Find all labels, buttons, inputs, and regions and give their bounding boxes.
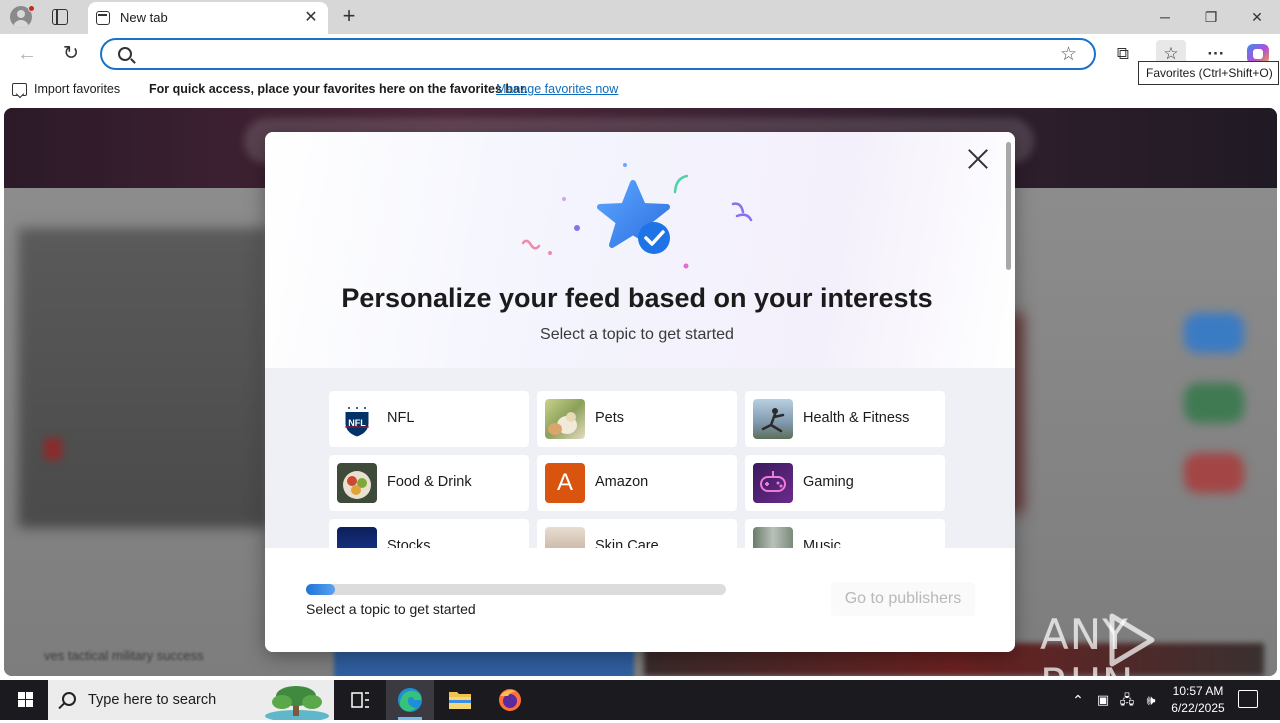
minimize-icon[interactable]: ─ (1150, 6, 1180, 28)
topic-label: Music (803, 538, 841, 548)
go-to-publishers-button[interactable]: Go to publishers (831, 582, 975, 616)
topic-label: Pets (595, 410, 625, 426)
close-tab-icon[interactable]: ✕ (302, 9, 320, 27)
tray-chevron-icon[interactable]: ⌃ (1068, 680, 1088, 720)
personalize-feed-dialog: Personalize your feed based on your inte… (265, 132, 1015, 652)
manage-favorites-link[interactable]: Manage favorites now (496, 82, 618, 96)
favorites-bar-message: For quick access, place your favorites h… (149, 82, 528, 96)
topic-label: Food & Drink (387, 474, 472, 490)
progress-caption: Select a topic to get started (306, 601, 476, 617)
favorites-bar: Import favorites For quick access, place… (0, 74, 1280, 106)
background-tile (1184, 383, 1244, 423)
watermark-play-icon (1109, 613, 1155, 667)
new-tab-page-icon (96, 11, 110, 25)
food-photo (337, 463, 377, 503)
browser-toolbar: ← ↻ ☆ ⧉ ☆ ··· (0, 34, 1280, 74)
taskbar-clock[interactable]: 10:57 AM 6/22/2025 (1160, 683, 1236, 717)
topic-card-stocks[interactable]: Stocks (329, 519, 529, 548)
music-photo (753, 527, 793, 548)
skincare-photo (545, 527, 585, 548)
topic-grid: NFL NFL Pets Health & Fitness Food & Dri… (265, 368, 1015, 548)
dialog-scrollbar[interactable] (1006, 142, 1011, 270)
extensions-puzzle-icon[interactable]: ⧉ (1108, 40, 1138, 68)
progress-bar (306, 584, 726, 595)
dialog-title: Personalize your feed based on your inte… (341, 283, 933, 313)
background-tile (1184, 453, 1244, 493)
stocks-photo (337, 527, 377, 548)
search-icon (62, 692, 76, 706)
windows-taskbar: Type here to search ⌃ ▣ 🖧 🕪 10:57 AM 6/2… (0, 680, 1280, 720)
topic-card-music[interactable]: Music (745, 519, 945, 548)
topic-card-nfl[interactable]: NFL NFL (329, 391, 529, 447)
task-view-icon[interactable] (336, 680, 384, 720)
refresh-icon[interactable]: ↻ (58, 42, 84, 66)
search-highlight-illustration (265, 686, 329, 720)
topic-card-amazon[interactable]: A Amazon (537, 455, 737, 511)
network-icon[interactable]: 🖧 (1116, 680, 1138, 720)
nfl-logo-icon: NFL (337, 399, 377, 439)
background-card (334, 648, 634, 676)
topic-label: Gaming (803, 474, 854, 490)
tab-title: New tab (120, 10, 168, 25)
address-bar[interactable]: ☆ (100, 38, 1096, 70)
windows-start-icon[interactable] (8, 688, 40, 712)
background-headline: ves tactical military success (44, 648, 204, 663)
volume-icon[interactable]: 🕪 (1140, 680, 1162, 720)
topic-label: Health & Fitness (803, 410, 910, 426)
new-tab-button[interactable]: + (336, 4, 362, 30)
back-icon[interactable]: ← (14, 42, 40, 66)
background-tile (1184, 313, 1244, 353)
topic-card-skin-care[interactable]: Skin Care (537, 519, 737, 548)
tab-new-tab[interactable]: New tab ✕ (88, 2, 328, 34)
file-explorer-icon[interactable] (436, 680, 484, 720)
tray-device-icon[interactable]: ▣ (1092, 680, 1114, 720)
amazon-letter-icon: A (545, 463, 585, 503)
favorites-tooltip: Favorites (Ctrl+Shift+O) (1138, 61, 1279, 85)
taskbar-search-box[interactable]: Type here to search (48, 680, 334, 720)
clock-time: 10:57 AM (1172, 684, 1224, 698)
dialog-footer: Select a topic to get started Go to publ… (265, 548, 1015, 652)
notification-dot (28, 5, 35, 12)
fitness-photo (753, 399, 793, 439)
topic-label: Skin Care (595, 538, 659, 548)
restore-icon[interactable]: ❐ (1196, 6, 1226, 28)
import-favorites-icon[interactable] (12, 83, 27, 96)
firefox-icon[interactable] (486, 680, 534, 720)
tab-actions-icon[interactable] (52, 9, 68, 25)
progress-fill (306, 584, 336, 595)
clock-date: 6/22/2025 (1171, 701, 1225, 715)
star-check-illustration (521, 163, 753, 269)
amazon-letter: A (556, 469, 573, 496)
topic-label: NFL (387, 410, 415, 426)
topic-card-pets[interactable]: Pets (537, 391, 737, 447)
tab-strip: New tab ✕ + ─ ❐ ✕ (0, 0, 1280, 34)
topic-card-health-fitness[interactable]: Health & Fitness (745, 391, 945, 447)
edge-taskbar-icon[interactable] (386, 680, 434, 720)
topic-card-food-drink[interactable]: Food & Drink (329, 455, 529, 511)
topic-card-gaming[interactable]: Gaming (745, 455, 945, 511)
notification-center-icon[interactable] (1238, 690, 1258, 708)
close-dialog-icon[interactable] (965, 146, 991, 172)
gamepad-icon (753, 463, 793, 503)
close-window-icon[interactable]: ✕ (1242, 6, 1272, 28)
topic-label: Amazon (595, 474, 649, 490)
background-card (18, 228, 268, 528)
background-card-accent (44, 438, 62, 460)
search-icon (118, 47, 132, 61)
dialog-subtitle: Select a topic to get started (540, 326, 734, 343)
taskbar-search-placeholder: Type here to search (88, 692, 217, 708)
import-favorites-button[interactable]: Import favorites (34, 82, 120, 96)
topic-label: Stocks (387, 538, 431, 548)
add-favorite-star-icon[interactable]: ☆ (1060, 43, 1077, 66)
pets-photo (545, 399, 585, 439)
